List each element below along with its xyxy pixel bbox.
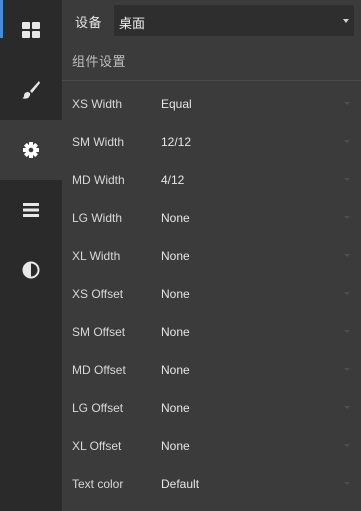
setting-value-select[interactable]: 12/12 bbox=[161, 135, 191, 149]
chevron-down-icon bbox=[344, 292, 350, 295]
gear-icon bbox=[22, 141, 40, 159]
setting-label: MD Offset bbox=[72, 363, 126, 377]
sidebar-rail bbox=[0, 0, 62, 511]
chevron-down-icon bbox=[344, 254, 350, 257]
setting-row-sm-width[interactable]: SM Width 12/12 bbox=[62, 123, 361, 161]
component-settings-app: 设备 桌面 组件设置 XS Width Equal SM Width 12/12 MD … bbox=[0, 0, 361, 511]
setting-label: XL Width bbox=[72, 249, 121, 263]
device-row: 设备 桌面 bbox=[62, 0, 361, 40]
chevron-down-icon bbox=[344, 368, 350, 371]
setting-row-sm-offset[interactable]: SM Offset None bbox=[62, 313, 361, 351]
setting-row-text-color[interactable]: Text color Default bbox=[62, 465, 361, 503]
grid-icon bbox=[22, 22, 40, 38]
chevron-down-icon bbox=[344, 140, 350, 143]
setting-value-select[interactable]: 4/12 bbox=[161, 173, 184, 187]
setting-label: LG Width bbox=[72, 211, 123, 225]
setting-row-xl-width[interactable]: XL Width None bbox=[62, 237, 361, 275]
setting-label: LG Offset bbox=[72, 401, 124, 415]
setting-value-select[interactable]: None bbox=[161, 325, 190, 339]
rail-item-style[interactable] bbox=[0, 60, 62, 120]
device-select[interactable]: 桌面 bbox=[114, 5, 354, 36]
setting-value-select[interactable]: Equal bbox=[161, 97, 192, 111]
setting-value-select[interactable]: None bbox=[161, 211, 190, 225]
chevron-down-icon bbox=[343, 19, 349, 23]
chevron-down-icon bbox=[344, 330, 350, 333]
setting-value-select[interactable]: None bbox=[161, 363, 190, 377]
chevron-down-icon bbox=[344, 216, 350, 219]
setting-label: Text color bbox=[72, 477, 124, 491]
setting-label: XS Width bbox=[72, 97, 123, 111]
device-label: 设备 bbox=[75, 15, 103, 30]
setting-label: MD Width bbox=[72, 173, 125, 187]
setting-value-select[interactable]: None bbox=[161, 439, 190, 453]
setting-row-md-offset[interactable]: MD Offset None bbox=[62, 351, 361, 389]
device-select-value: 桌面 bbox=[119, 16, 146, 31]
setting-row-xl-offset[interactable]: XL Offset None bbox=[62, 427, 361, 465]
setting-row-lg-offset[interactable]: LG Offset None bbox=[62, 389, 361, 427]
rail-item-layout[interactable] bbox=[0, 0, 62, 60]
section-title: 组件设置 bbox=[72, 54, 127, 69]
setting-row-lg-width[interactable]: LG Width None bbox=[62, 199, 361, 237]
section-divider bbox=[62, 80, 361, 81]
rail-item-theme[interactable] bbox=[0, 240, 62, 300]
setting-row-xs-width[interactable]: XS Width Equal bbox=[62, 85, 361, 123]
contrast-icon bbox=[22, 261, 40, 279]
setting-label: SM Width bbox=[72, 135, 125, 149]
setting-value-select[interactable]: None bbox=[161, 401, 190, 415]
chevron-down-icon bbox=[344, 406, 350, 409]
setting-row-xs-offset[interactable]: XS Offset None bbox=[62, 275, 361, 313]
settings-panel: 设备 桌面 组件设置 XS Width Equal SM Width 12/12 MD … bbox=[62, 0, 361, 511]
chevron-down-icon bbox=[344, 482, 350, 485]
setting-value-select[interactable]: None bbox=[161, 287, 190, 301]
setting-value-select[interactable]: Default bbox=[161, 477, 199, 491]
setting-label: SM Offset bbox=[72, 325, 126, 339]
setting-row-md-width[interactable]: MD Width 4/12 bbox=[62, 161, 361, 199]
rail-item-settings[interactable] bbox=[0, 120, 62, 180]
menu-lines-icon bbox=[23, 203, 39, 217]
rail-item-list[interactable] bbox=[0, 180, 62, 240]
chevron-down-icon bbox=[344, 444, 350, 447]
chevron-down-icon bbox=[344, 178, 350, 181]
setting-label: XS Offset bbox=[72, 287, 124, 301]
chevron-down-icon bbox=[344, 102, 350, 105]
brush-icon bbox=[21, 80, 41, 100]
setting-label: XL Offset bbox=[72, 439, 122, 453]
setting-value-select[interactable]: None bbox=[161, 249, 190, 263]
